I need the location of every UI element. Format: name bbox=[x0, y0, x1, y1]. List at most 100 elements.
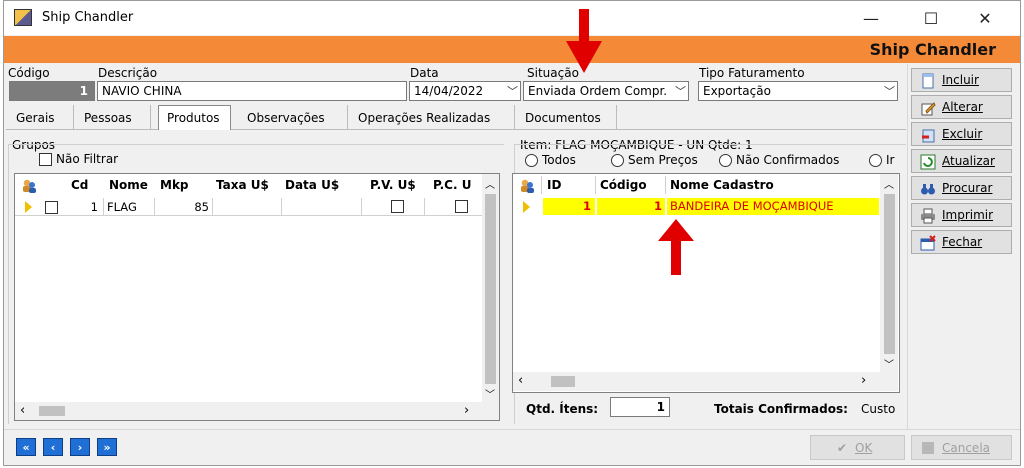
scroll-right-icon[interactable]: › bbox=[861, 373, 866, 388]
tab-pessoas[interactable]: Pessoas bbox=[84, 109, 132, 129]
pc-checkbox[interactable] bbox=[455, 200, 468, 213]
tab-divider bbox=[616, 105, 617, 129]
previous-record-icon[interactable]: ‹ bbox=[43, 438, 63, 456]
scroll-down-icon[interactable]: ﹀ bbox=[884, 356, 894, 371]
fechar-label: Fechar bbox=[942, 235, 983, 249]
maximize-button[interactable]: ☐ bbox=[908, 1, 954, 35]
tipo-faturamento-value: Exportação bbox=[703, 84, 771, 98]
excluir-label: Excluir bbox=[942, 127, 983, 141]
cell-pc bbox=[424, 198, 482, 216]
imprimir-button[interactable]: Imprimir bbox=[911, 203, 1012, 227]
col-header-taxa[interactable]: Taxa U$ bbox=[216, 178, 269, 192]
first-record-icon[interactable]: « bbox=[16, 438, 36, 456]
tab-observacoes[interactable]: Observações bbox=[247, 109, 325, 129]
scroll-down-icon[interactable]: ﹀ bbox=[485, 386, 495, 401]
codigo-field[interactable]: 1 bbox=[9, 81, 95, 101]
alterar-button[interactable]: Alterar bbox=[911, 95, 1012, 119]
col-header-cd[interactable]: Cd bbox=[71, 178, 88, 192]
vertical-scrollbar[interactable]: ︿ ﹀ bbox=[880, 174, 898, 372]
fechar-button[interactable]: Fechar bbox=[911, 230, 1012, 254]
table-row[interactable]: 1 FLAG 85 bbox=[15, 198, 482, 216]
col-header-data[interactable]: Data U$ bbox=[285, 178, 339, 192]
col-header-id[interactable]: ID bbox=[547, 178, 561, 192]
cancela-button[interactable]: Cancela bbox=[911, 435, 1012, 460]
scroll-thumb[interactable] bbox=[39, 406, 65, 416]
radio-ir-label: Ir bbox=[886, 153, 895, 167]
descricao-field[interactable]: NAVIO CHINA bbox=[97, 81, 407, 101]
last-record-icon[interactable]: » bbox=[97, 438, 117, 456]
pv-checkbox[interactable] bbox=[391, 200, 404, 213]
ok-button[interactable]: ✔ OK bbox=[810, 435, 905, 460]
tipo-faturamento-select[interactable]: Exportação ﹀ bbox=[698, 81, 898, 101]
col-header-nome-cadastro[interactable]: Nome Cadastro bbox=[670, 178, 774, 192]
excluir-button[interactable]: Excluir bbox=[911, 122, 1012, 146]
minimize-button[interactable]: — bbox=[848, 1, 894, 35]
cell-nome-cadastro: BANDEIRA DE MOÇAMBIQUE bbox=[667, 198, 879, 215]
incluir-button[interactable]: Incluir bbox=[911, 68, 1012, 92]
cell-pv bbox=[361, 198, 424, 216]
ok-label: OK bbox=[855, 441, 873, 455]
qtd-itens-label: Qtd. Ítens: bbox=[526, 402, 599, 416]
radio-nao-confirmados[interactable] bbox=[719, 154, 732, 167]
tab-divider bbox=[150, 105, 151, 129]
situacao-select[interactable]: Enviada Ordem Compr. ﹀ bbox=[523, 81, 689, 101]
header-banner: Ship Chandler bbox=[4, 36, 1020, 63]
check-icon: ✔ bbox=[837, 441, 848, 455]
chevron-down-icon[interactable]: ﹀ bbox=[884, 83, 895, 99]
imprimir-label: Imprimir bbox=[942, 208, 994, 222]
radio-todos[interactable] bbox=[525, 154, 538, 167]
radio-ir[interactable] bbox=[869, 154, 882, 167]
ship-chandler-window: Ship Chandler — ☐ ✕ Ship Chandler Código… bbox=[3, 0, 1021, 466]
horizontal-scrollbar[interactable]: ‹ › bbox=[15, 402, 499, 420]
data-label: Data bbox=[410, 66, 439, 80]
data-field[interactable]: 14/04/2022 ﹀ bbox=[409, 81, 521, 101]
next-record-icon[interactable]: › bbox=[70, 438, 90, 456]
incluir-label: Incluir bbox=[942, 73, 979, 87]
scroll-thumb[interactable] bbox=[884, 194, 895, 354]
procurar-button[interactable]: Procurar bbox=[911, 176, 1012, 200]
col-header-nome[interactable]: Nome bbox=[109, 178, 148, 192]
itens-grid: ID Código Nome Cadastro 1 1 BANDEIRA DE … bbox=[512, 173, 900, 393]
cell-nome: FLAG bbox=[103, 198, 153, 216]
scroll-thumb[interactable] bbox=[551, 376, 575, 387]
scroll-up-icon[interactable]: ︿ bbox=[884, 176, 894, 191]
col-header-pc[interactable]: P.C. U bbox=[433, 178, 471, 192]
tab-divider bbox=[514, 105, 515, 129]
title-bar: Ship Chandler — ☐ ✕ bbox=[4, 1, 1020, 35]
scroll-left-icon[interactable]: ‹ bbox=[20, 403, 25, 418]
col-header-codigo[interactable]: Código bbox=[600, 178, 647, 192]
col-header-pv[interactable]: P.V. U$ bbox=[370, 178, 416, 192]
row-checkbox[interactable] bbox=[45, 201, 58, 214]
vertical-scrollbar[interactable]: ︿ ﹀ bbox=[482, 174, 499, 402]
radio-sem-precos[interactable] bbox=[611, 154, 624, 167]
scroll-thumb[interactable] bbox=[485, 194, 496, 384]
nao-filtrar-checkbox[interactable] bbox=[39, 153, 52, 166]
row-indicator-icon bbox=[523, 201, 530, 213]
alterar-label: Alterar bbox=[942, 100, 983, 114]
table-row[interactable]: 1 1 BANDEIRA DE MOÇAMBIQUE bbox=[513, 198, 879, 215]
chevron-down-icon[interactable]: ﹀ bbox=[507, 83, 518, 99]
col-divider bbox=[665, 176, 666, 194]
tab-operacoes-realizadas[interactable]: Operações Realizadas bbox=[358, 109, 490, 129]
printer-icon bbox=[920, 208, 936, 224]
row-divider bbox=[15, 215, 482, 216]
scroll-right-icon[interactable]: › bbox=[464, 403, 469, 418]
tab-divider bbox=[73, 105, 74, 129]
tab-documentos[interactable]: Documentos bbox=[525, 109, 601, 129]
tab-produtos[interactable]: Produtos bbox=[158, 105, 231, 130]
cell-data bbox=[281, 198, 361, 216]
atualizar-button[interactable]: Atualizar bbox=[911, 149, 1012, 173]
scroll-left-icon[interactable]: ‹ bbox=[518, 373, 523, 388]
pencil-edit-icon bbox=[920, 100, 936, 116]
horizontal-scrollbar[interactable]: ‹ › bbox=[513, 372, 898, 391]
scroll-up-icon[interactable]: ︿ bbox=[485, 176, 495, 191]
tab-gerais[interactable]: Gerais bbox=[16, 109, 55, 129]
col-header-mkp[interactable]: Mkp bbox=[160, 178, 189, 192]
chevron-down-icon[interactable]: ﹀ bbox=[675, 83, 686, 99]
document-new-icon bbox=[920, 73, 936, 89]
app-icon bbox=[14, 9, 32, 26]
nao-filtrar-label: Não Filtrar bbox=[56, 152, 119, 166]
close-button[interactable]: ✕ bbox=[962, 1, 1008, 35]
tab-divider bbox=[347, 105, 348, 129]
grupos-grid: Cd Nome Mkp Taxa U$ Data U$ P.V. U$ P.C.… bbox=[14, 173, 500, 421]
